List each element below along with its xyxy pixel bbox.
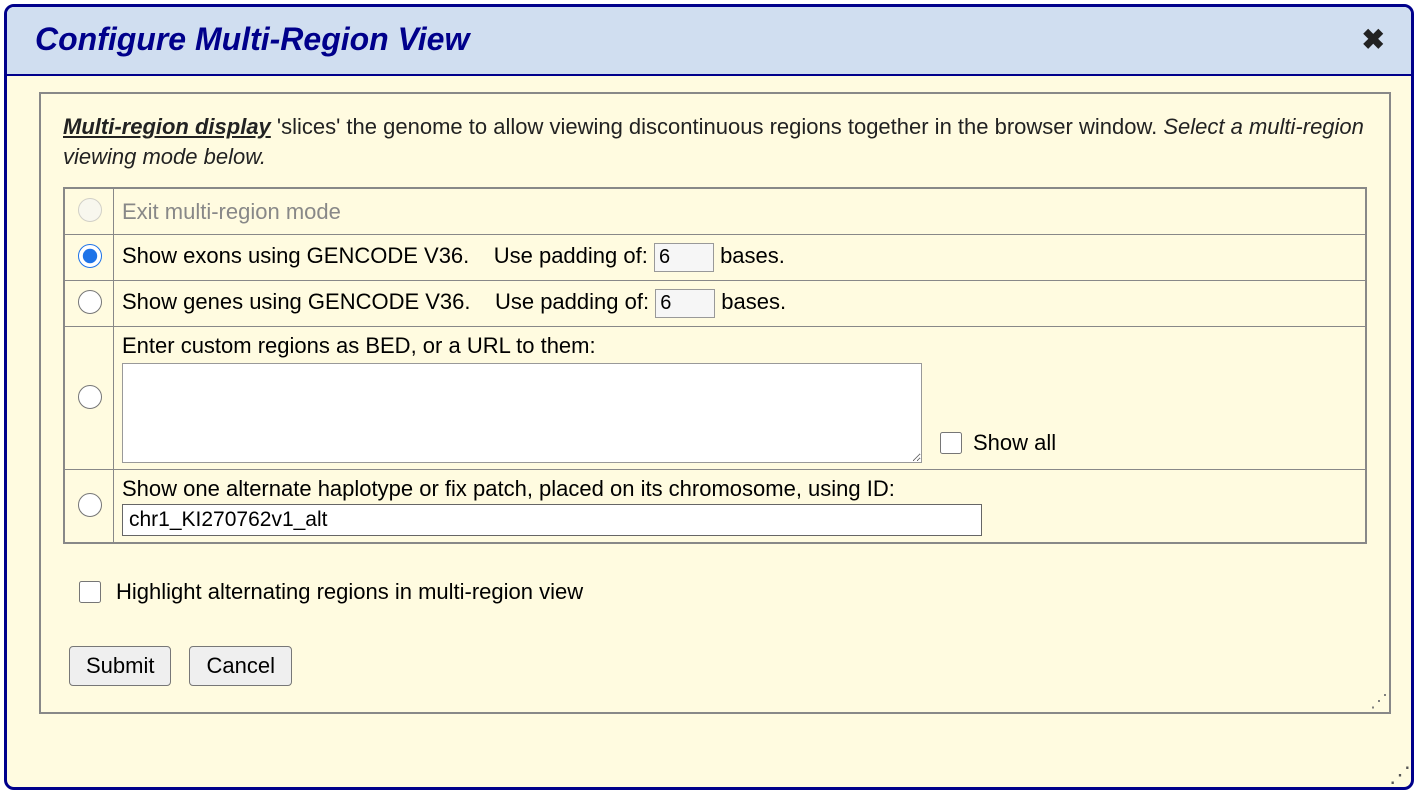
- input-exons-padding[interactable]: [654, 243, 714, 272]
- highlight-label: Highlight alternating regions in multi-r…: [116, 579, 583, 605]
- dialog-header: Configure Multi-Region View ✖: [7, 7, 1411, 76]
- exons-prefix: Show exons using GENCODE V36. Use paddin…: [122, 243, 654, 268]
- label-exit: Exit multi-region mode: [114, 188, 1367, 235]
- haplo-label: Show one alternate haplotype or fix patc…: [122, 476, 895, 501]
- option-row-custom: Enter custom regions as BED, or a URL to…: [64, 327, 1366, 470]
- option-row-exons: Show exons using GENCODE V36. Use paddin…: [64, 235, 1366, 281]
- showall-label: Show all: [973, 430, 1056, 456]
- intro-text: Multi-region display 'slices' the genome…: [63, 112, 1367, 171]
- checkbox-showall[interactable]: [940, 432, 962, 454]
- label-haplo-cell: Show one alternate haplotype or fix patc…: [114, 470, 1367, 544]
- option-row-exit: Exit multi-region mode: [64, 188, 1366, 235]
- textarea-custom-bed[interactable]: [122, 363, 922, 463]
- checkbox-showall-wrapper[interactable]: Show all: [936, 429, 1056, 463]
- label-exons: Show exons using GENCODE V36. Use paddin…: [114, 235, 1367, 281]
- input-genes-padding[interactable]: [655, 289, 715, 318]
- radio-genes[interactable]: [78, 290, 102, 314]
- label-custom-cell: Enter custom regions as BED, or a URL to…: [114, 327, 1367, 470]
- submit-button[interactable]: Submit: [69, 646, 171, 686]
- genes-suffix: bases.: [715, 289, 786, 314]
- option-row-genes: Show genes using GENCODE V36. Use paddin…: [64, 281, 1366, 327]
- dialog-resize-grip-icon[interactable]: ⋰: [1389, 765, 1409, 785]
- dialog-configure-multi-region: Configure Multi-Region View ✖ Multi-regi…: [4, 4, 1414, 790]
- options-table: Exit multi-region mode Show exons using …: [63, 187, 1367, 544]
- option-row-haplo: Show one alternate haplotype or fix patc…: [64, 470, 1366, 544]
- genes-prefix: Show genes using GENCODE V36. Use paddin…: [122, 289, 655, 314]
- cancel-button[interactable]: Cancel: [189, 646, 291, 686]
- resize-grip-icon[interactable]: ⋰: [1370, 693, 1386, 709]
- input-haplo-id[interactable]: [122, 504, 982, 536]
- checkbox-highlight[interactable]: [79, 581, 101, 603]
- intro-rest: 'slices' the genome to allow viewing dis…: [271, 114, 1164, 139]
- close-icon[interactable]: ✖: [1362, 23, 1391, 56]
- dialog-title: Configure Multi-Region View: [35, 21, 469, 58]
- radio-haplo[interactable]: [78, 493, 102, 517]
- highlight-row: Highlight alternating regions in multi-r…: [75, 578, 1367, 606]
- custom-label: Enter custom regions as BED, or a URL to…: [122, 333, 596, 358]
- dialog-body: Multi-region display 'slices' the genome…: [7, 76, 1411, 734]
- label-genes: Show genes using GENCODE V36. Use paddin…: [114, 281, 1367, 327]
- inner-panel: Multi-region display 'slices' the genome…: [39, 92, 1391, 714]
- intro-strong: Multi-region display: [63, 114, 271, 139]
- radio-exons[interactable]: [78, 244, 102, 268]
- radio-exit: [78, 198, 102, 222]
- button-row: Submit Cancel: [69, 646, 1367, 686]
- exons-suffix: bases.: [714, 243, 785, 268]
- radio-custom[interactable]: [78, 385, 102, 409]
